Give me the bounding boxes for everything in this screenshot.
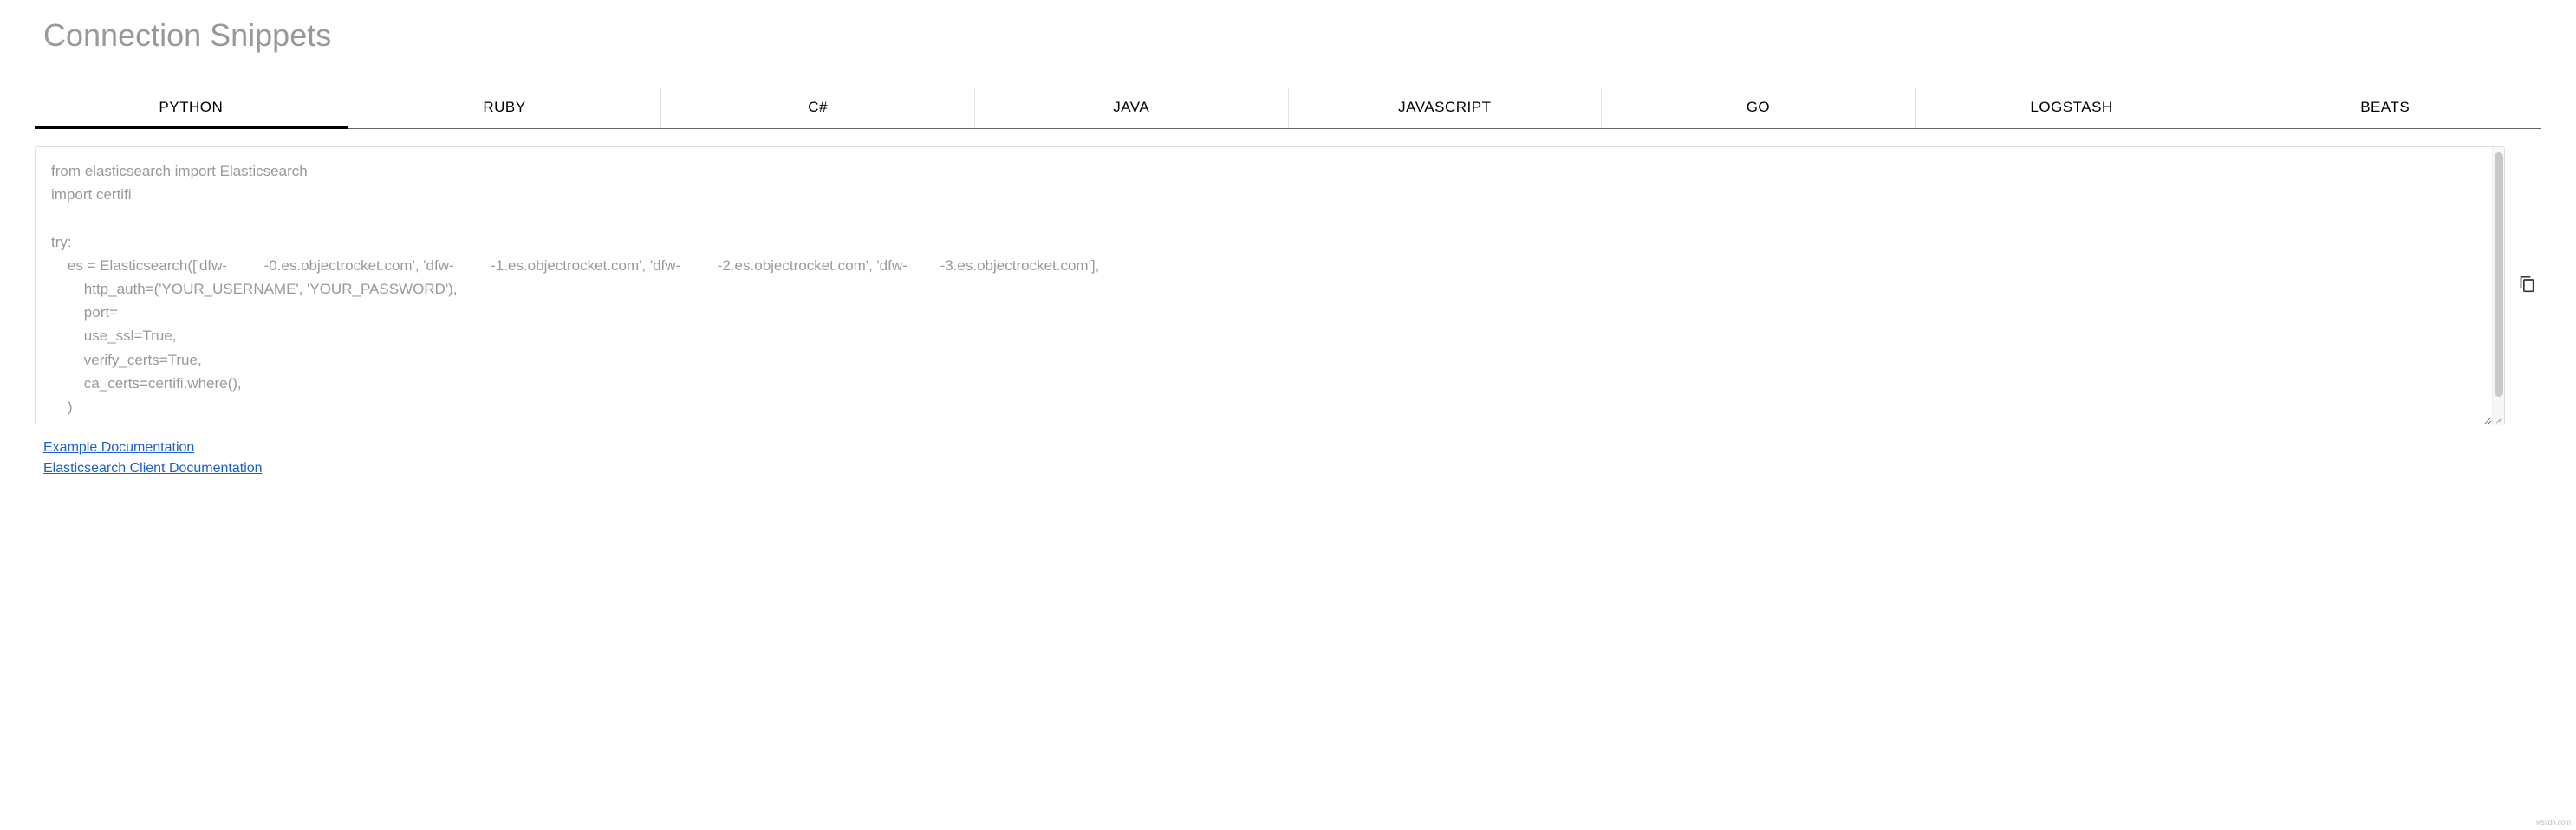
link-client-documentation[interactable]: Elasticsearch Client Documentation (43, 458, 2541, 479)
tab-java[interactable]: JAVA (975, 88, 1289, 128)
link-example-documentation[interactable]: Example Documentation (43, 438, 2541, 458)
copy-button[interactable] (2514, 270, 2541, 302)
code-snippet[interactable]: from elasticsearch import Elasticsearch … (36, 147, 2492, 425)
tab-javascript[interactable]: JAVASCRIPT (1289, 88, 1603, 128)
watermark: wsxdn.com (2536, 819, 2571, 827)
scrollbar-thumb[interactable] (2495, 152, 2503, 397)
code-container: from elasticsearch import Elasticsearch … (35, 146, 2505, 425)
tab-logstash[interactable]: LOGSTASH (1916, 88, 2229, 128)
tab-csharp[interactable]: C# (661, 88, 975, 128)
tabs-container: PYTHON RUBY C# JAVA JAVASCRIPT GO LOGSTA… (35, 88, 2541, 129)
tab-go[interactable]: GO (1602, 88, 1916, 128)
page-title: Connection Snippets (43, 17, 2541, 54)
resize-handle[interactable] (2492, 412, 2502, 423)
tab-beats[interactable]: BEATS (2228, 88, 2541, 128)
tab-ruby[interactable]: RUBY (348, 88, 662, 128)
content-wrapper: from elasticsearch import Elasticsearch … (35, 146, 2541, 425)
copy-icon (2519, 276, 2536, 297)
scrollbar-track[interactable] (2492, 147, 2504, 425)
documentation-links: Example Documentation Elasticsearch Clie… (43, 438, 2541, 479)
tab-python[interactable]: PYTHON (35, 88, 348, 129)
